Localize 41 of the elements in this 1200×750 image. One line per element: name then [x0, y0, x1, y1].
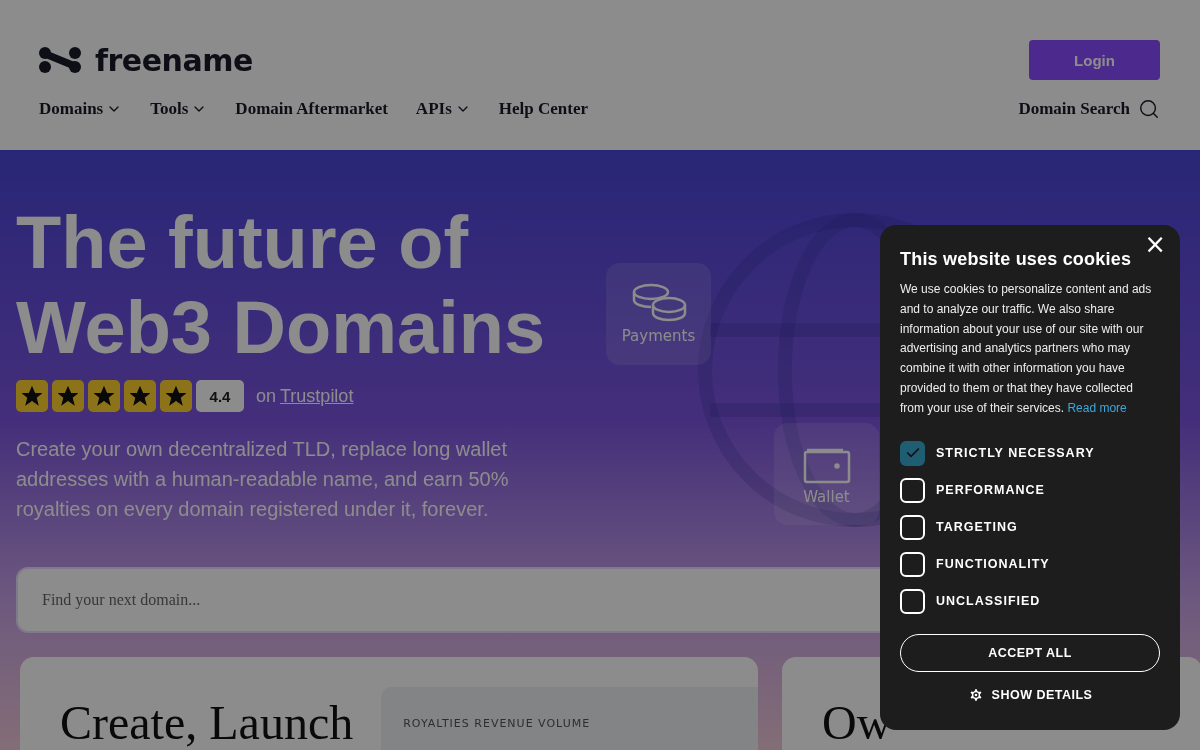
nav-link[interactable]: Help Center: [498, 99, 588, 119]
show-details-button[interactable]: SHOW DETAILS: [961, 685, 1099, 704]
coins-icon: [630, 283, 687, 323]
card-heading: Ow: [822, 695, 892, 750]
option-label: TARGETING: [936, 520, 1018, 535]
trustpilot-link[interactable]: Trustpilot: [280, 385, 354, 407]
hero-description: Create your own decentralized TLD, replace long wallet addresses with a human-readable name, and earn 50% royalties on every domain registered under it, forever.: [16, 437, 510, 522]
tile-label: Wallet: [803, 488, 850, 506]
option-label: UNCLASSIFIED: [936, 594, 1041, 609]
checkbox[interactable]: [900, 588, 925, 614]
star-icon: [22, 386, 42, 406]
login-button[interactable]: Login: [1029, 40, 1160, 80]
search-icon: [1138, 98, 1160, 120]
star-icon: [166, 386, 186, 406]
rating-prefix: on: [256, 385, 277, 407]
star-icon: [58, 386, 78, 406]
dialog-title: This website uses cookies: [900, 249, 1132, 270]
checkbox[interactable]: [900, 477, 925, 503]
dialog-text: We use cookies to personalize content and ads and to analyze our traffic. We also share information about your use of our site with our advertising and analytics partners who may combine it with other information you have provided to them or that they have collected from your use of their services. Read more: [900, 281, 1153, 417]
option-label: STRICTLY NECESSARY: [936, 446, 1095, 461]
checkbox[interactable]: [900, 514, 925, 540]
domain-search-link[interactable]: Domain Search: [1018, 98, 1160, 120]
tile-label: Payments: [621, 327, 696, 345]
nav-link[interactable]: Domains: [39, 99, 123, 119]
logo-text[interactable]: freename: [95, 42, 253, 78]
checkbox[interactable]: [900, 440, 925, 466]
hero-title: The future of Web3 Domains: [16, 200, 546, 370]
panel-label: ROYALTIES REVENUE VOLUME: [403, 717, 591, 730]
star-icon: [94, 386, 114, 406]
checkbox[interactable]: [900, 551, 925, 577]
rating-score: 4.4: [196, 380, 244, 412]
nav-link[interactable]: Tools: [150, 99, 208, 119]
star-icon: [130, 386, 150, 406]
close-button[interactable]: ×: [1140, 229, 1170, 259]
card-heading: Create, Launch: [60, 695, 354, 750]
logo-icon: [39, 47, 81, 73]
nav-link[interactable]: APIs: [415, 99, 471, 119]
nav-link[interactable]: Domain Aftermarket: [235, 99, 388, 119]
option-label: PERFORMANCE: [936, 483, 1045, 498]
read-more-link[interactable]: Read more: [1067, 400, 1127, 415]
settings-icon: [967, 686, 984, 703]
